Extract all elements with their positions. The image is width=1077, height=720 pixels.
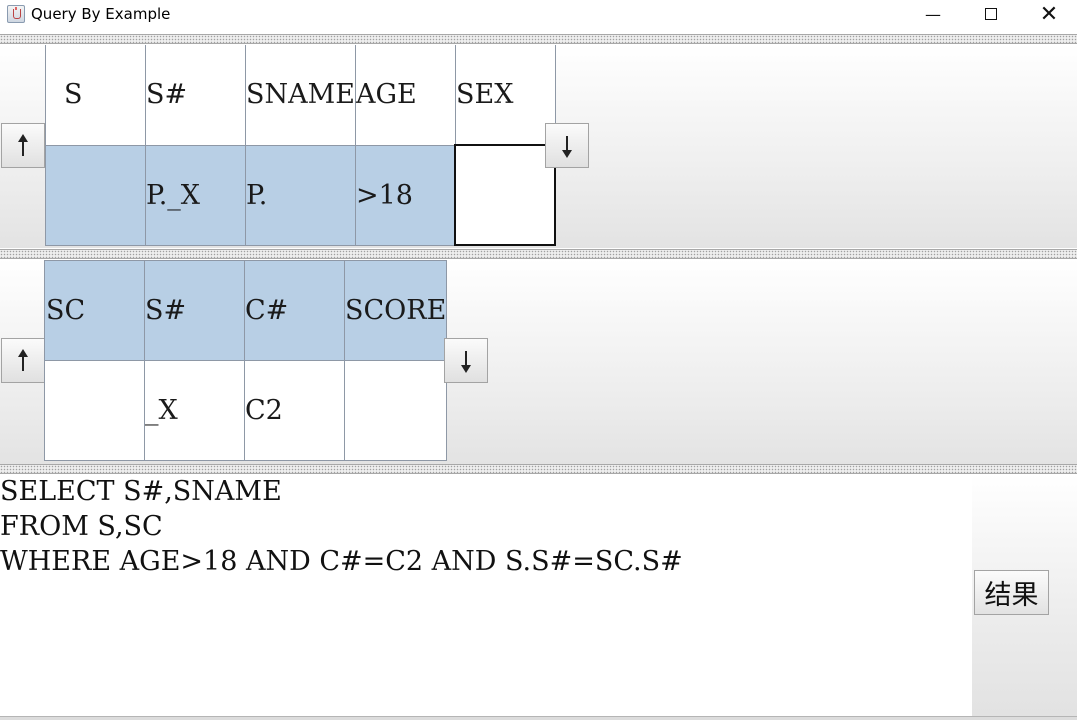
table-sc-header-row: SC S# C# SCORE	[44, 260, 448, 361]
table-sc-column-header[interactable]: S#	[144, 260, 245, 361]
table-s-query-cell[interactable]: P._X	[145, 144, 246, 246]
table-s-query-cell[interactable]: P.	[245, 144, 356, 246]
arrow-up-icon	[18, 348, 28, 371]
table-s-editing-cell[interactable]	[454, 144, 557, 246]
table-sc-name-cell[interactable]: SC	[44, 260, 145, 361]
close-button[interactable]: ✕	[1020, 0, 1077, 28]
sql-line: SELECT S#,SNAME	[0, 476, 282, 507]
java-app-icon	[7, 5, 25, 23]
table-s-up-button[interactable]	[1, 123, 45, 168]
table-s-column-header[interactable]: SEX	[454, 45, 556, 146]
minimize-button[interactable]: —	[904, 0, 962, 28]
result-panel: 结果	[972, 474, 1077, 716]
table-s-header-row: S S# SNAME AGE SEX	[45, 45, 556, 146]
table-s-column-header[interactable]: SNAME	[245, 45, 356, 146]
maximize-icon	[985, 8, 997, 20]
table-s-query-row: P._X P. >18	[45, 144, 557, 246]
result-button[interactable]: 结果	[974, 570, 1049, 615]
table-sc-query-cell[interactable]: _X	[144, 360, 245, 461]
table-sc-column-header[interactable]: SCORE	[343, 260, 448, 361]
table-s-panel: S S# SNAME AGE SEX P._X P. >18	[0, 44, 1077, 248]
table-sc-query-cell[interactable]: C2	[244, 360, 345, 461]
table-sc-panel: SC S# C# SCORE _X C2	[0, 259, 1077, 464]
table-s-query-cell[interactable]	[45, 144, 146, 246]
table-sc-query-cell[interactable]	[343, 360, 448, 461]
arrow-down-icon	[461, 350, 471, 373]
title-bar: Query By Example — ✕	[0, 0, 1077, 30]
bottom-edge	[0, 716, 1077, 720]
sql-line: WHERE AGE>18 AND C#=C2 AND S.S#=SC.S#	[0, 546, 683, 577]
arrow-up-icon	[18, 133, 28, 156]
splitter-top[interactable]	[0, 34, 1077, 44]
sql-output-area[interactable]: SELECT S#,SNAME FROM S,SC WHERE AGE>18 A…	[0, 474, 972, 716]
table-s-column-header[interactable]: S#	[145, 45, 246, 146]
table-s-column-header[interactable]: AGE	[354, 45, 456, 146]
window-title: Query By Example	[31, 5, 171, 23]
table-s-name-cell[interactable]: S	[45, 45, 146, 146]
table-sc-up-button[interactable]	[1, 338, 45, 383]
splitter-middle[interactable]	[0, 249, 1077, 259]
maximize-button[interactable]	[962, 0, 1020, 28]
close-icon: ✕	[1039, 1, 1059, 27]
table-s-grid: S S# SNAME AGE SEX P._X P. >18	[45, 45, 557, 246]
table-sc-grid: SC S# C# SCORE _X C2	[44, 260, 448, 461]
table-s-down-button[interactable]	[545, 123, 589, 168]
table-sc-query-row: _X C2	[44, 360, 448, 461]
splitter-bottom[interactable]	[0, 464, 1077, 474]
table-sc-column-header[interactable]: C#	[244, 260, 345, 361]
table-s-query-cell[interactable]: >18	[354, 144, 456, 246]
table-sc-down-button[interactable]	[444, 338, 488, 383]
minimize-icon: —	[925, 4, 941, 24]
table-sc-query-cell[interactable]	[44, 360, 145, 461]
sql-line: FROM S,SC	[0, 511, 163, 542]
arrow-down-icon	[562, 135, 572, 158]
